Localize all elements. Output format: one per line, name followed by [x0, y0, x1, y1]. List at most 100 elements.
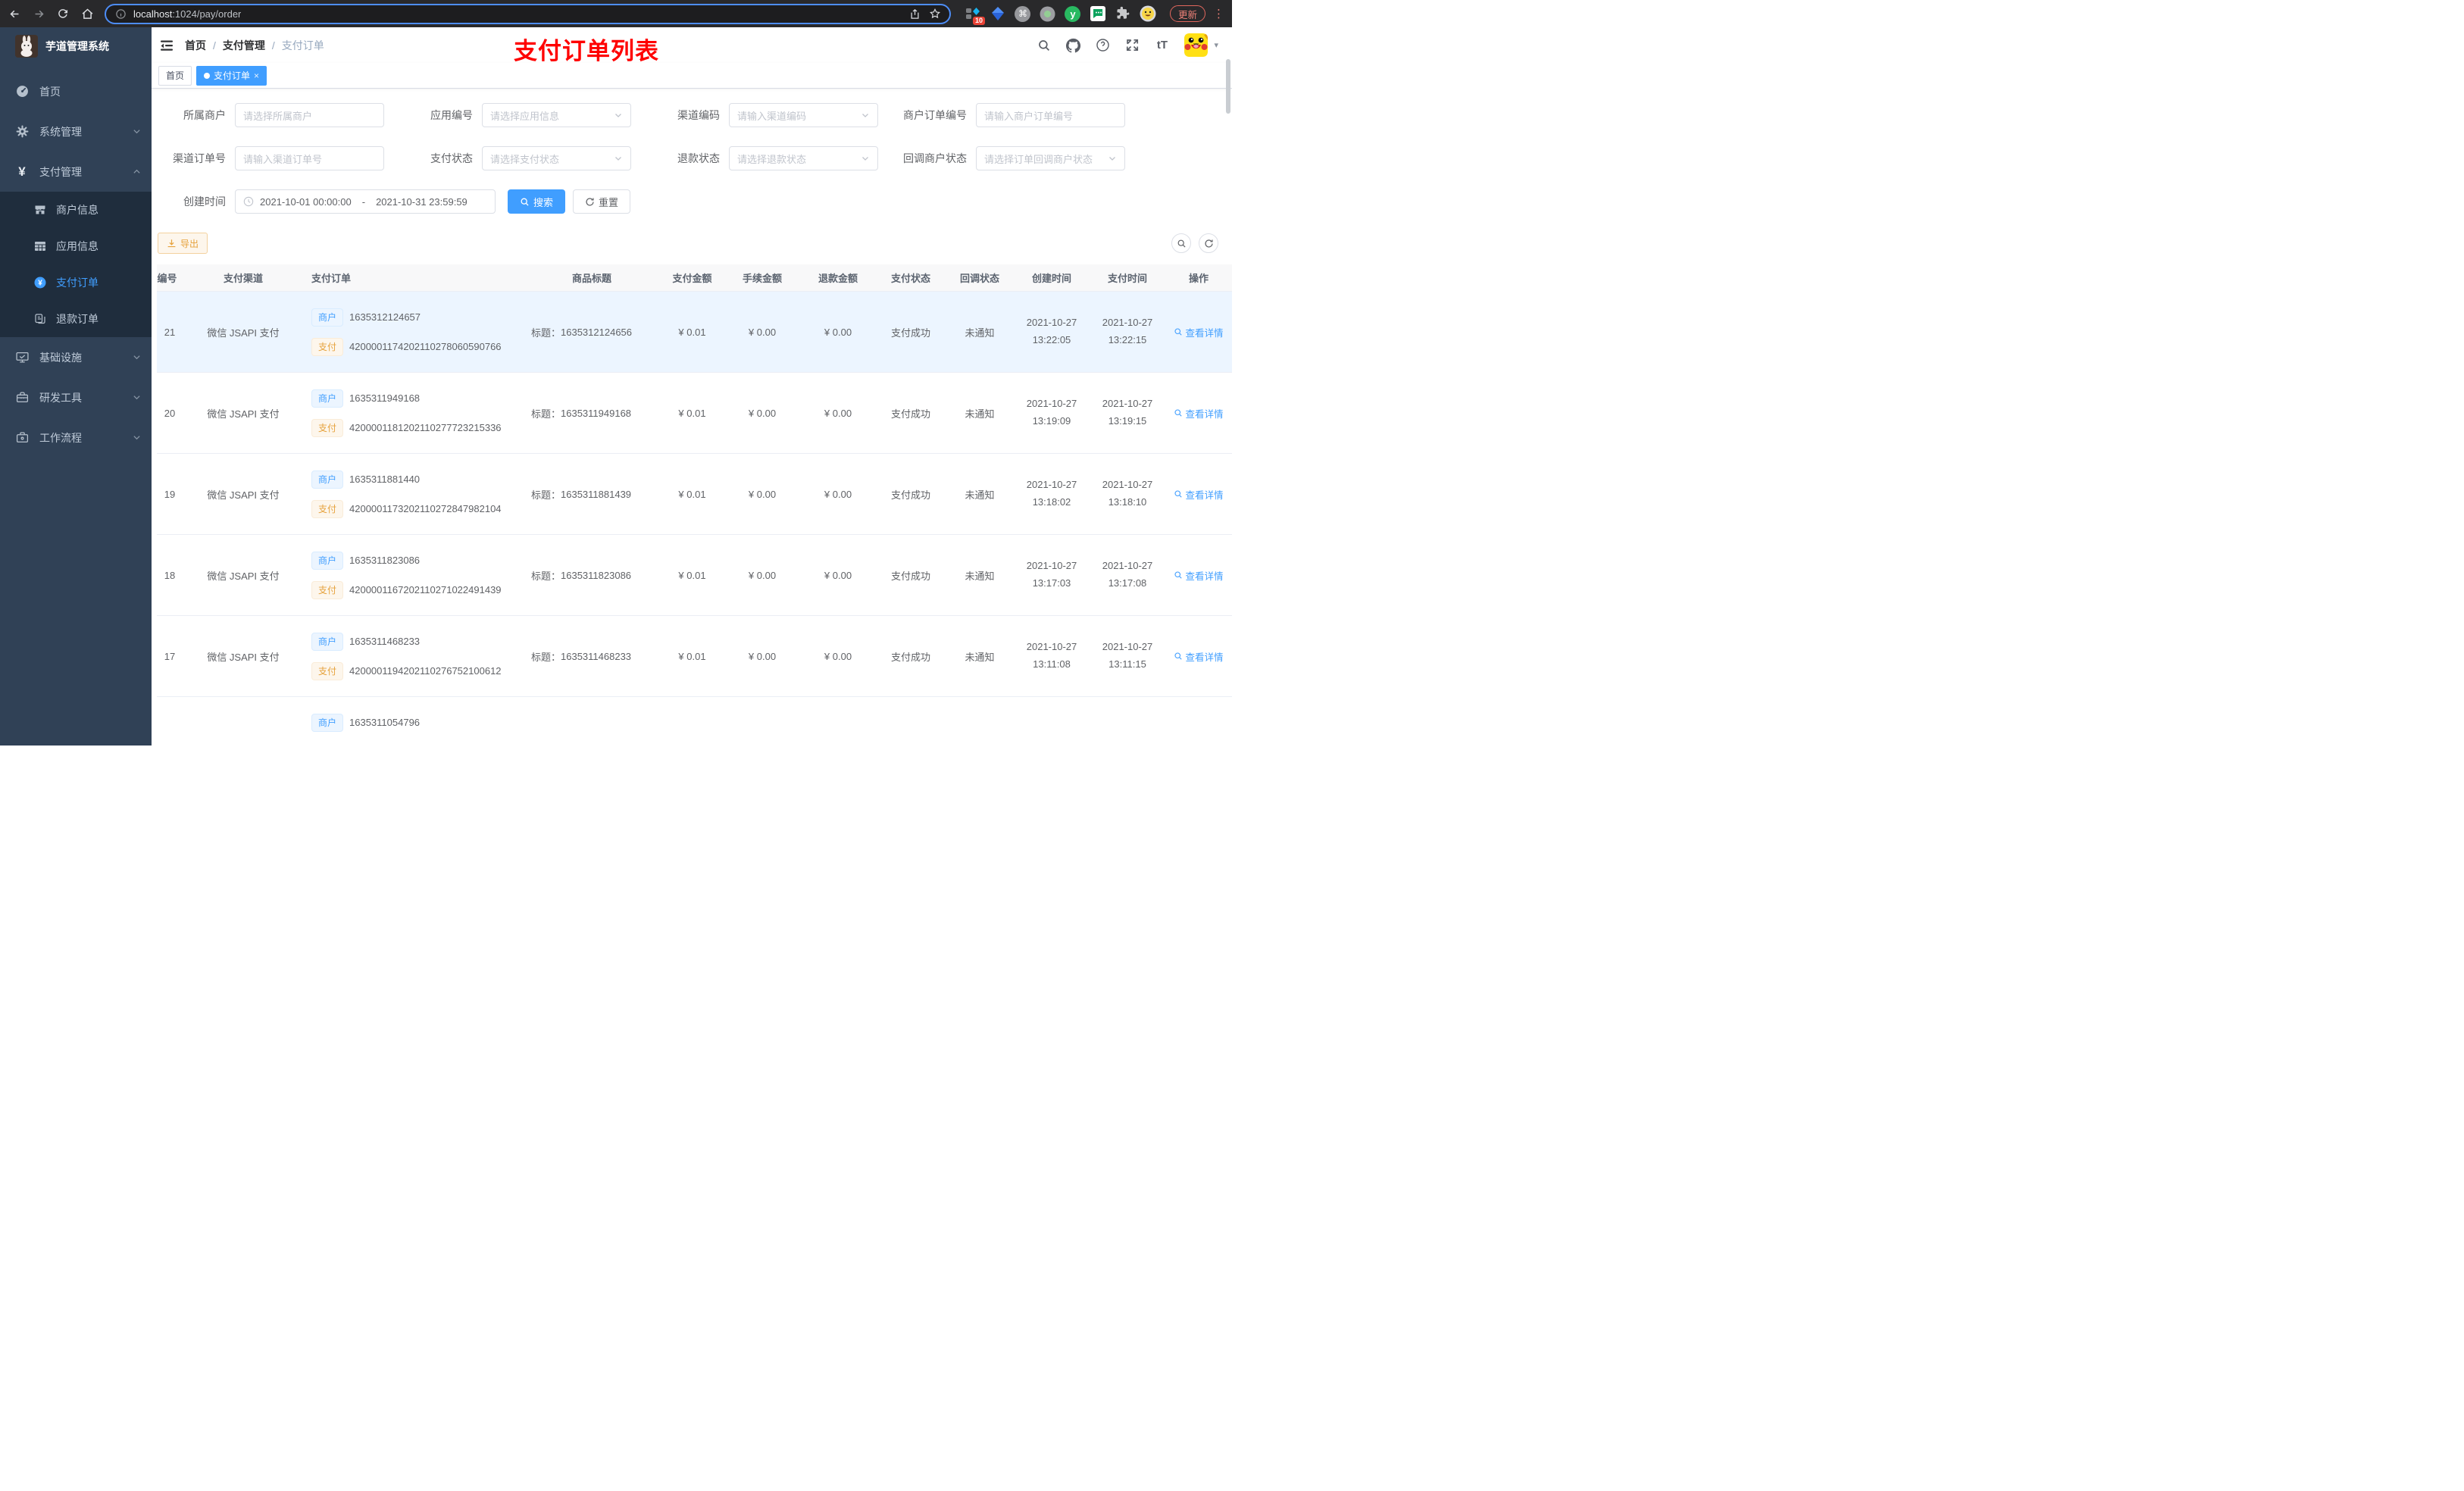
pay-status-select[interactable]: 请选择支付状态	[482, 146, 631, 170]
help-icon[interactable]	[1096, 38, 1110, 52]
view-detail-link[interactable]: 查看详情	[1174, 325, 1224, 339]
chevron-down-icon	[861, 154, 870, 163]
sidebar-item-system[interactable]: 系统管理	[0, 111, 152, 152]
tab-pay-order[interactable]: 支付订单 ×	[196, 65, 267, 86]
merchant-order-no: 1635311054796	[349, 717, 421, 728]
tab-home[interactable]: 首页	[158, 65, 192, 86]
bookmark-star-icon[interactable]	[928, 7, 942, 20]
filter-app: 应用编号 请选择应用信息	[399, 103, 646, 127]
col-created: 创建时间	[1031, 273, 1071, 284]
created-date: 2021-10-27	[1026, 560, 1077, 572]
tab-close-icon[interactable]: ×	[254, 70, 259, 81]
sidebar-item-payment[interactable]: ¥ 支付管理	[0, 152, 152, 192]
cell-amount: ¥ 0.01	[678, 407, 706, 419]
reload-icon[interactable]	[56, 7, 70, 20]
search-icon[interactable]	[1037, 38, 1051, 52]
placeholder-text: 请输入渠道订单号	[243, 153, 323, 165]
cell-amount: ¥ 0.01	[678, 488, 706, 500]
show-search-icon[interactable]	[1171, 233, 1191, 253]
cell-paid: 2021-10-27 13:18:10	[1090, 477, 1165, 511]
sidebar-item-refund-order[interactable]: 退款订单	[0, 301, 152, 337]
monitor-icon	[15, 351, 29, 364]
svg-text:¥: ¥	[38, 280, 42, 288]
view-detail-link[interactable]: 查看详情	[1174, 649, 1224, 664]
channel-order-no-input[interactable]: 请输入渠道订单号	[235, 146, 384, 170]
sidebar-item-dev-tools[interactable]: 研发工具	[0, 377, 152, 417]
sidebar-item-infra[interactable]: 基础设施	[0, 337, 152, 377]
active-tab-dot	[204, 72, 211, 79]
refresh-icon[interactable]	[1199, 233, 1218, 253]
cell-action: 查看详情	[1165, 325, 1232, 339]
breadcrumb-separator: /	[271, 39, 275, 52]
user-avatar[interactable]	[1184, 33, 1209, 57]
merchant-input[interactable]: 请选择所属商户	[235, 103, 384, 127]
app-select[interactable]: 请选择应用信息	[482, 103, 631, 127]
merchant-order-no: 1635311468233	[349, 636, 421, 647]
yen-circle-icon: ¥	[33, 276, 47, 289]
tags-view: 首页 支付订单 ×	[152, 63, 1232, 89]
view-detail-link[interactable]: 查看详情	[1174, 487, 1224, 502]
home-icon[interactable]	[80, 7, 94, 20]
chrome-update-button[interactable]: 更新	[1169, 5, 1205, 22]
merchant-tag: 商户	[311, 551, 344, 570]
ext-kite-icon[interactable]	[990, 5, 1006, 22]
merchant-order-no-input[interactable]: 请输入商户订单编号	[976, 103, 1125, 127]
filter-label: 应用编号	[430, 109, 473, 121]
reset-button[interactable]: 重置	[573, 189, 631, 214]
avatar-caret-icon[interactable]: ▾	[1214, 40, 1218, 50]
github-icon[interactable]	[1066, 38, 1081, 52]
sidebar-item-pay-order[interactable]: ¥ 支付订单	[0, 264, 152, 301]
sidebar-fold-icon[interactable]	[159, 37, 176, 54]
font-size-icon[interactable]: tT	[1155, 38, 1169, 52]
date-range-input[interactable]: 2021-10-01 00:00:00 - 2021-10-31 23:59:5…	[235, 189, 496, 214]
ext-puzzle-icon[interactable]	[1115, 5, 1131, 22]
merchant-order-line: 商户 1635311823086	[311, 551, 420, 570]
table-row: 18 微信 JSAPI 支付 商户 1635311823086 支付 42000…	[157, 535, 1232, 616]
url-bar[interactable]: localhost:1024/pay/order	[105, 3, 951, 24]
scrollbar-thumb[interactable]	[1226, 59, 1230, 114]
fullscreen-icon[interactable]	[1125, 38, 1140, 52]
cell-fee: ¥ 0.00	[748, 488, 777, 500]
cell-refund: ¥ 0.00	[824, 407, 852, 419]
share-icon[interactable]	[908, 7, 922, 20]
ext-chat-icon[interactable]	[1090, 5, 1106, 22]
table-mini-actions	[1171, 233, 1218, 253]
view-detail-link[interactable]: 查看详情	[1174, 568, 1224, 583]
refund-status-select[interactable]: 请选择退款状态	[729, 146, 878, 170]
back-icon[interactable]	[8, 7, 21, 20]
app-logo-row[interactable]: 芋道管理系统	[0, 27, 152, 65]
export-button[interactable]: 导出	[158, 233, 208, 254]
breadcrumb-separator: /	[213, 39, 216, 52]
ext-record-icon[interactable]	[1040, 5, 1056, 22]
notify-status-select[interactable]: 请选择订单回调商户状态	[976, 146, 1125, 170]
cell-created: 2021-10-27 13:18:02	[1014, 477, 1090, 511]
ext-command-icon[interactable]: ⌘	[1015, 5, 1031, 22]
browser-menu-icon[interactable]: ⋮	[1213, 7, 1224, 20]
channel-code-select[interactable]: 请输入渠道编码	[729, 103, 878, 127]
profile-avatar-icon[interactable]	[1140, 5, 1156, 22]
title-value: 1635311823086	[561, 569, 632, 581]
sidebar-item-workflow[interactable]: 工作流程	[0, 417, 152, 458]
breadcrumb-home[interactable]: 首页	[185, 38, 206, 53]
sidebar-item-label: 支付订单	[56, 277, 98, 289]
cell-fee: ¥ 0.00	[748, 569, 777, 581]
search-button[interactable]: 搜索	[508, 189, 566, 214]
cell-fee: ¥ 0.00	[748, 407, 777, 419]
site-info-icon[interactable]	[114, 7, 127, 20]
cell-notify: 未通知	[965, 651, 995, 663]
ext-blocks-icon[interactable]: 10	[965, 5, 985, 25]
cell-channel: 微信 JSAPI 支付	[207, 651, 280, 663]
cell-id: 21	[164, 326, 176, 338]
breadcrumb-payment[interactable]: 支付管理	[223, 38, 265, 53]
title-value: 1635312124656	[561, 326, 633, 338]
cell-amount: ¥ 0.01	[678, 650, 706, 662]
browser-nav	[8, 7, 94, 20]
pay-order-line: 支付 4200001167202110271022491439	[311, 580, 502, 599]
forward-icon[interactable]	[32, 7, 45, 20]
ext-yuque-icon[interactable]: y	[1065, 5, 1081, 22]
sidebar-item-merchant-info[interactable]: 商户信息	[0, 192, 152, 228]
view-detail-link[interactable]: 查看详情	[1174, 406, 1224, 420]
sidebar-item-home[interactable]: 首页	[0, 71, 152, 111]
col-id: 编号	[157, 273, 177, 284]
sidebar-item-app-info[interactable]: 应用信息	[0, 228, 152, 264]
